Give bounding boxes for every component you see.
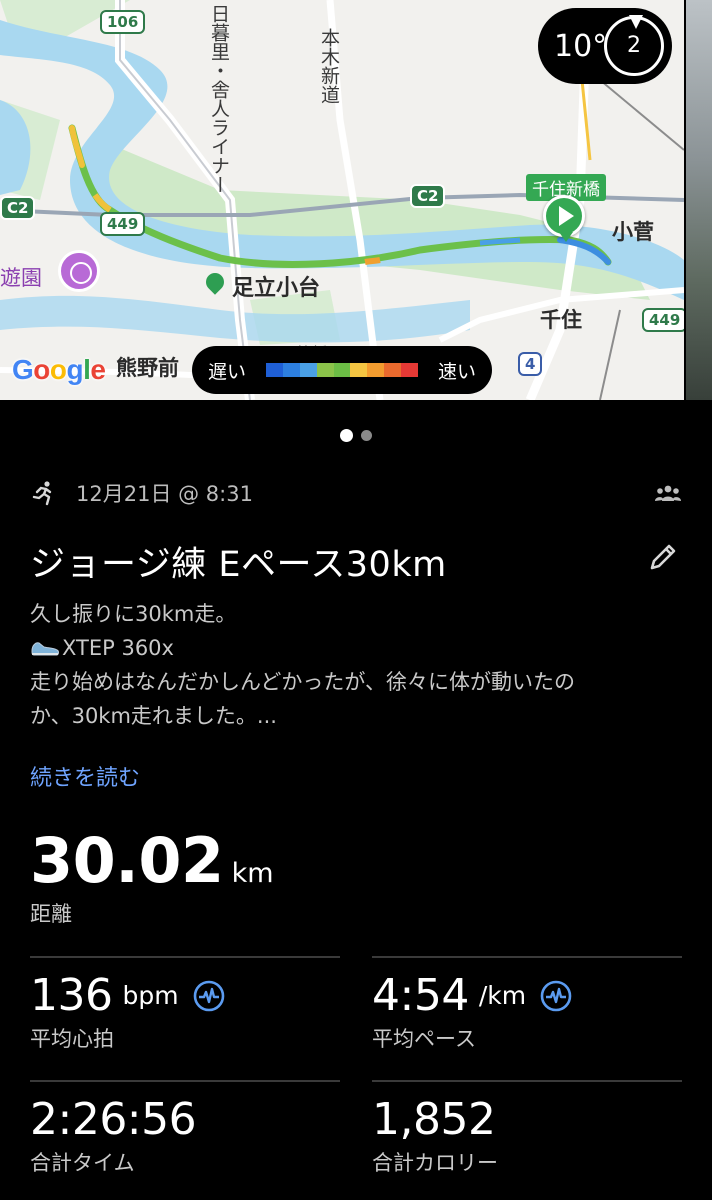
map-label-liner: 日暮里・舎人ライナー [208,4,230,194]
weather-badge[interactable]: 10° 2 [538,8,672,84]
divider [30,956,340,958]
route-shield-c2-west: C2 [0,196,36,220]
legend-color-bar [266,363,419,377]
weather-temperature: 10° [554,28,608,64]
pager-dot-active[interactable] [340,429,353,442]
total-time-label: 合計タイム [30,1151,135,1175]
map-label-street: 本木新道 [318,28,340,104]
divider [372,956,682,958]
amusement-park-icon[interactable] [58,250,100,292]
divider [30,1080,340,1082]
legend-color-segment [266,363,283,377]
pace-zone-icon[interactable] [540,980,572,1012]
description-line: か、30km走れました。... [30,704,277,728]
map-label-kumanomae: 熊野前 [116,356,179,380]
activity-title: ジョージ練 Eペース30km [30,545,447,585]
description-line: 久し振りに30km走。 [30,602,237,626]
heart-rate-label: 平均心拍 [30,1027,114,1051]
route-shield-449-east: 449 [642,308,688,332]
legend-fast-label: 速い [437,360,476,383]
legend-color-segment [384,363,402,377]
distance-unit: km [231,858,274,889]
legend-color-segment [367,363,385,377]
pager-dot[interactable] [361,430,372,441]
legend-color-segment [350,363,368,377]
description-line: 走り始めはなんだかしんどかったが、徐々に体が動いたの [30,670,575,694]
group-icon[interactable] [654,480,682,506]
shoe-name: XTEP 360x [62,636,174,660]
activity-meta: 12月21日 @ 8:31 [30,476,682,510]
description-shoe-line: XTEP 360x [30,631,680,665]
legend-color-segment [299,363,317,377]
next-photo-preview[interactable] [684,0,712,400]
start-marker-icon[interactable] [543,195,585,242]
map-label-kosuge: 小菅 [612,220,654,244]
map-label-senju: 千住 [540,308,582,332]
shoe-icon [31,642,59,656]
route-shield-4: 4 [518,352,543,376]
route-shield-106: 106 [100,10,146,34]
google-logo: Google [12,354,106,385]
distance-number: 30.02 [30,824,224,897]
edit-pencil-icon[interactable] [646,540,680,574]
stat-heart-rate: 136 bpm 平均心拍 [30,956,340,1053]
map-label-amusement: 遊園 [0,266,42,290]
route-shield-c2: C2 [410,184,446,208]
stat-total-time: 2:26:56 合計タイム [30,1080,340,1177]
activity-date: 12月21日 @ 8:31 [76,482,253,506]
legend-slow-label: 遅い [208,360,247,383]
calories-number: 1,852 [372,1094,496,1145]
total-time-number: 2:26:56 [30,1094,197,1145]
legend-color-segment [401,363,419,377]
legend-color-segment [282,363,300,377]
heart-rate-zone-icon[interactable] [193,980,225,1012]
wind-value: 2 [627,33,641,58]
legend-color-segment [333,363,351,377]
carousel-pager [0,429,712,442]
distance-label: 距離 [30,902,72,926]
activity-description: 久し振りに30km走。 XTEP 360x 走り始めはなんだかしんどかったが、徐… [30,597,680,733]
heart-rate-number: 136 [30,970,113,1021]
heart-rate-unit: bpm [122,981,179,1010]
pace-number: 4:54 [372,970,469,1021]
route-map[interactable]: 106 449 449 4 C2 C2 日暮里・舎人ライナー 本木新道 足立小台… [0,0,712,400]
pace-label: 平均ペース [372,1027,476,1051]
stat-calories: 1,852 合計カロリー [372,1080,682,1177]
divider [372,1080,682,1082]
running-icon [32,481,52,506]
calories-label: 合計カロリー [372,1151,498,1175]
wind-indicator-icon: 2 [604,15,664,76]
pace-legend: 遅い 速い [192,346,492,394]
stat-pace: 4:54 /km 平均ペース [372,956,682,1053]
pace-unit: /km [478,981,527,1010]
distance-value: 30.02 km [30,824,274,897]
read-more-link[interactable]: 続きを読む [30,760,140,792]
legend-color-segment [316,363,334,377]
route-shield-449: 449 [100,212,146,236]
map-label-adachi-odai: 足立小台 [232,276,321,301]
